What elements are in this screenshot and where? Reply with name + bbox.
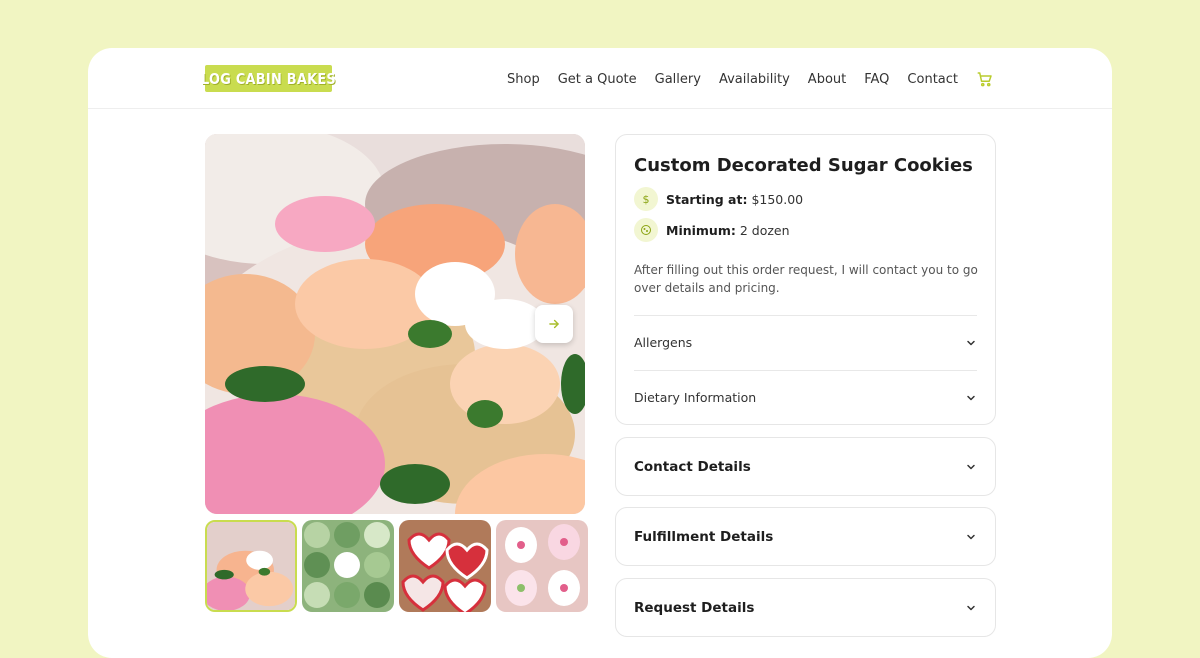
minimum-value: 2 dozen <box>739 222 790 238</box>
site-logo[interactable]: LOG CABIN BAKES <box>201 65 336 92</box>
thumbnail-strip <box>205 520 588 612</box>
nav-get-a-quote[interactable]: Get a Quote <box>558 72 637 87</box>
accordion-allergens-label: Allergens <box>634 335 693 350</box>
accordion-allergens[interactable]: Allergens <box>634 335 977 350</box>
cookie-icon <box>634 218 658 242</box>
nav-faq[interactable]: FAQ <box>864 72 889 87</box>
section-contact-details[interactable]: Contact Details <box>615 437 996 496</box>
nav-about[interactable]: About <box>808 72 846 87</box>
price-value: $150.00 <box>751 191 804 207</box>
product-info-card: Custom Decorated Sugar Cookies $ Startin… <box>615 134 996 425</box>
chevron-down-icon <box>967 464 975 469</box>
main-nav: Shop Get a Quote Gallery Availability Ab… <box>507 70 994 88</box>
minimum-label: Minimum: <box>666 222 736 238</box>
divider <box>634 370 977 371</box>
price-row: $ Starting at: $150.00 <box>634 187 803 211</box>
nav-gallery[interactable]: Gallery <box>655 72 701 87</box>
chevron-down-icon <box>967 605 975 610</box>
thumbnail-3[interactable] <box>399 520 491 612</box>
logo-text: LOG CABIN BAKES <box>201 69 336 88</box>
cart-icon[interactable] <box>976 70 994 88</box>
thumbnail-2[interactable] <box>302 520 394 612</box>
nav-availability[interactable]: Availability <box>719 72 790 87</box>
nav-contact[interactable]: Contact <box>907 72 958 87</box>
divider <box>634 315 977 316</box>
site-header: LOG CABIN BAKES Shop Get a Quote Gallery… <box>88 48 1112 109</box>
thumbnail-1[interactable] <box>205 520 297 612</box>
chevron-down-icon <box>967 395 975 400</box>
minimum-row: Minimum: 2 dozen <box>634 218 790 242</box>
section-fulfillment-details[interactable]: Fulfillment Details <box>615 507 996 566</box>
product-description: After filling out this order request, I … <box>634 263 978 295</box>
product-title: Custom Decorated Sugar Cookies <box>634 155 973 176</box>
dollar-icon: $ <box>634 187 658 211</box>
next-image-button[interactable] <box>535 305 573 343</box>
price-label: Starting at: <box>666 191 748 207</box>
section-request-details[interactable]: Request Details <box>615 578 996 637</box>
section-contact-details-label: Contact Details <box>634 458 751 475</box>
section-request-details-label: Request Details <box>634 599 755 616</box>
product-main-image <box>205 134 585 514</box>
thumbnail-4[interactable] <box>496 520 588 612</box>
section-fulfillment-details-label: Fulfillment Details <box>634 528 774 545</box>
nav-shop[interactable]: Shop <box>507 72 540 87</box>
arrow-right-icon <box>549 319 559 329</box>
accordion-dietary-label: Dietary Information <box>634 390 757 405</box>
accordion-dietary[interactable]: Dietary Information <box>634 390 977 405</box>
page-window: LOG CABIN BAKES Shop Get a Quote Gallery… <box>88 48 1112 658</box>
chevron-down-icon <box>967 534 975 539</box>
chevron-down-icon <box>967 340 975 345</box>
